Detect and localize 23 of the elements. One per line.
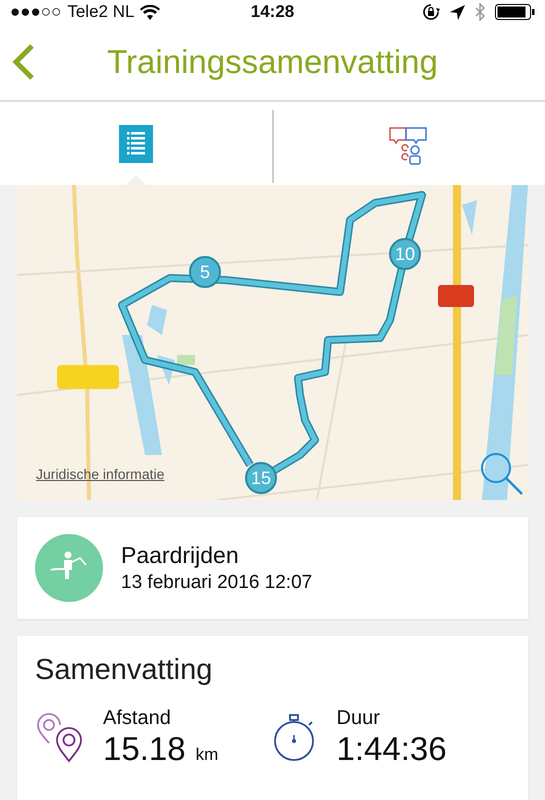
clock-time: 14:28	[250, 2, 294, 22]
signal-strength: ●●●○○	[10, 2, 62, 22]
list-icon	[118, 124, 153, 162]
stat-value: 15.18	[103, 730, 186, 768]
stat-value: 1:44:36	[336, 730, 447, 768]
section-title: Samenvatting	[35, 654, 212, 687]
stat-unit: km	[196, 745, 218, 765]
bluetooth-icon	[475, 3, 485, 21]
rotation-lock-icon	[422, 3, 440, 21]
back-button[interactable]	[12, 44, 36, 80]
back-chevron-icon	[12, 44, 36, 80]
wifi-icon	[140, 4, 160, 20]
search-icon[interactable]	[478, 450, 524, 496]
map-pins-icon	[35, 712, 85, 762]
screen-title: Trainingssamenvatting	[107, 43, 438, 81]
carrier-name: Tele2 NL	[67, 2, 134, 22]
location-arrow-icon	[450, 4, 465, 20]
battery-icon	[495, 4, 535, 20]
activity-datetime: 13 februari 2016 12:07	[121, 572, 312, 594]
chat-people-icon	[389, 126, 430, 166]
activity-name: Paardrijden	[121, 542, 240, 569]
stat-label: Afstand	[103, 707, 172, 730]
stat-label: Duur	[336, 707, 381, 730]
